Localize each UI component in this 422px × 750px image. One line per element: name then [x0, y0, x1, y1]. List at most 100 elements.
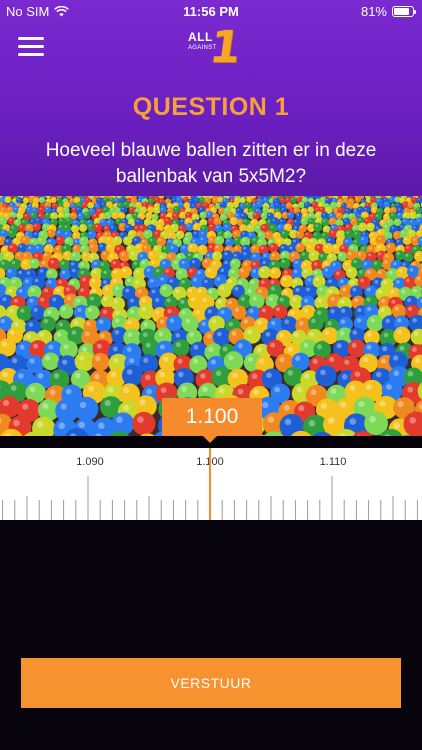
submit-button[interactable]: VERSTUUR: [21, 658, 401, 708]
ball-highlight: [417, 198, 420, 200]
ball-highlight: [9, 218, 12, 221]
ball-highlight: [48, 270, 52, 274]
ball-highlight: [262, 225, 265, 229]
ball-highlight: [4, 204, 6, 207]
ball-highlight: [358, 207, 361, 210]
ball-highlight: [387, 244, 391, 248]
ball-highlight: [363, 262, 368, 266]
ball-highlight: [13, 419, 20, 427]
ball-highlight: [383, 198, 386, 201]
ball-highlight: [29, 386, 36, 393]
ball-highlight: [404, 208, 407, 211]
ball-highlight: [105, 213, 109, 216]
ball-highlight: [218, 197, 221, 200]
ball: [95, 316, 112, 333]
number-ruler-slider[interactable]: 1.090 1.100 1.110: [0, 448, 422, 520]
ball: [393, 326, 411, 344]
ball: [172, 339, 190, 357]
ball-highlight: [262, 213, 265, 216]
ball-highlight: [340, 401, 347, 408]
ball-highlight: [37, 373, 44, 379]
ball-highlight: [139, 399, 146, 406]
ball-highlight: [97, 209, 100, 212]
ball-highlight: [16, 203, 19, 206]
ball-highlight: [240, 268, 244, 273]
ball-highlight: [350, 280, 355, 285]
ball-highlight: [39, 332, 45, 337]
ball-highlight: [77, 207, 80, 210]
ball: [345, 266, 358, 279]
ball-highlight: [107, 387, 114, 393]
ball-highlight: [238, 220, 241, 223]
ball-highlight: [22, 403, 29, 410]
ball-highlight: [145, 374, 151, 381]
menu-button[interactable]: [18, 37, 44, 57]
ball-highlight: [90, 239, 93, 243]
ball-highlight: [64, 232, 68, 235]
ball-highlight: [356, 197, 358, 200]
ball-highlight: [165, 269, 169, 273]
ball-highlight: [160, 254, 163, 258]
ball-highlight: [216, 277, 221, 281]
ball-highlight: [155, 203, 158, 206]
ball-highlight: [202, 298, 207, 303]
ball-highlight: [385, 318, 390, 324]
ball-highlight: [177, 232, 180, 235]
ball-highlight: [310, 239, 313, 242]
ball-highlight: [235, 198, 238, 201]
ball-highlight: [24, 198, 26, 201]
ball-highlight: [309, 332, 315, 337]
ball-highlight: [133, 213, 136, 216]
ball-highlight: [295, 287, 300, 292]
ball-highlight: [401, 289, 406, 294]
ball-highlight: [346, 231, 349, 234]
ball-highlight: [325, 330, 330, 336]
ball-highlight: [107, 237, 110, 241]
ball: [279, 257, 291, 269]
ball-highlight: [18, 289, 23, 293]
ball-highlight: [206, 333, 212, 339]
ball-highlight: [129, 220, 132, 223]
ball-highlight: [387, 239, 391, 243]
ball-highlight: [78, 421, 85, 429]
ball-highlight: [26, 232, 29, 235]
ball-highlight: [220, 310, 225, 315]
ball-highlight: [221, 214, 224, 217]
ball-highlight: [143, 199, 146, 201]
ball-highlight: [181, 310, 186, 315]
ball-highlight: [194, 224, 198, 227]
ball-highlight: [145, 220, 148, 223]
ball-highlight: [59, 225, 62, 228]
ball-highlight: [221, 203, 223, 205]
ball-highlight: [299, 321, 304, 326]
ball-highlight: [91, 278, 96, 283]
ball-highlight: [258, 289, 262, 293]
ball-highlight: [267, 220, 270, 223]
ball-highlight: [149, 198, 152, 201]
ball-highlight: [115, 310, 120, 315]
ball: [298, 201, 305, 209]
ball: [286, 211, 295, 219]
ball-highlight: [397, 401, 404, 408]
ball-highlight: [59, 219, 63, 222]
ball-highlight: [3, 225, 7, 228]
ball-highlight: [212, 319, 217, 324]
ball-highlight: [393, 422, 400, 430]
ball-highlight: [393, 355, 399, 361]
ball-highlight: [15, 220, 18, 223]
ball-highlight: [357, 308, 362, 313]
ball-highlight: [96, 343, 102, 349]
ball-highlight: [137, 289, 142, 294]
ball-highlight: [99, 244, 103, 248]
ball-highlight: [414, 358, 421, 364]
ball-highlight: [416, 214, 420, 217]
ball-highlight: [54, 254, 58, 258]
ball-highlight: [217, 331, 222, 337]
ball-highlight: [185, 203, 187, 205]
ball-highlight: [290, 231, 294, 234]
ball-highlight: [115, 198, 117, 201]
ball-highlight: [260, 246, 264, 250]
ball-highlight: [115, 318, 120, 323]
ball-highlight: [282, 204, 284, 207]
ball-highlight: [90, 209, 93, 212]
